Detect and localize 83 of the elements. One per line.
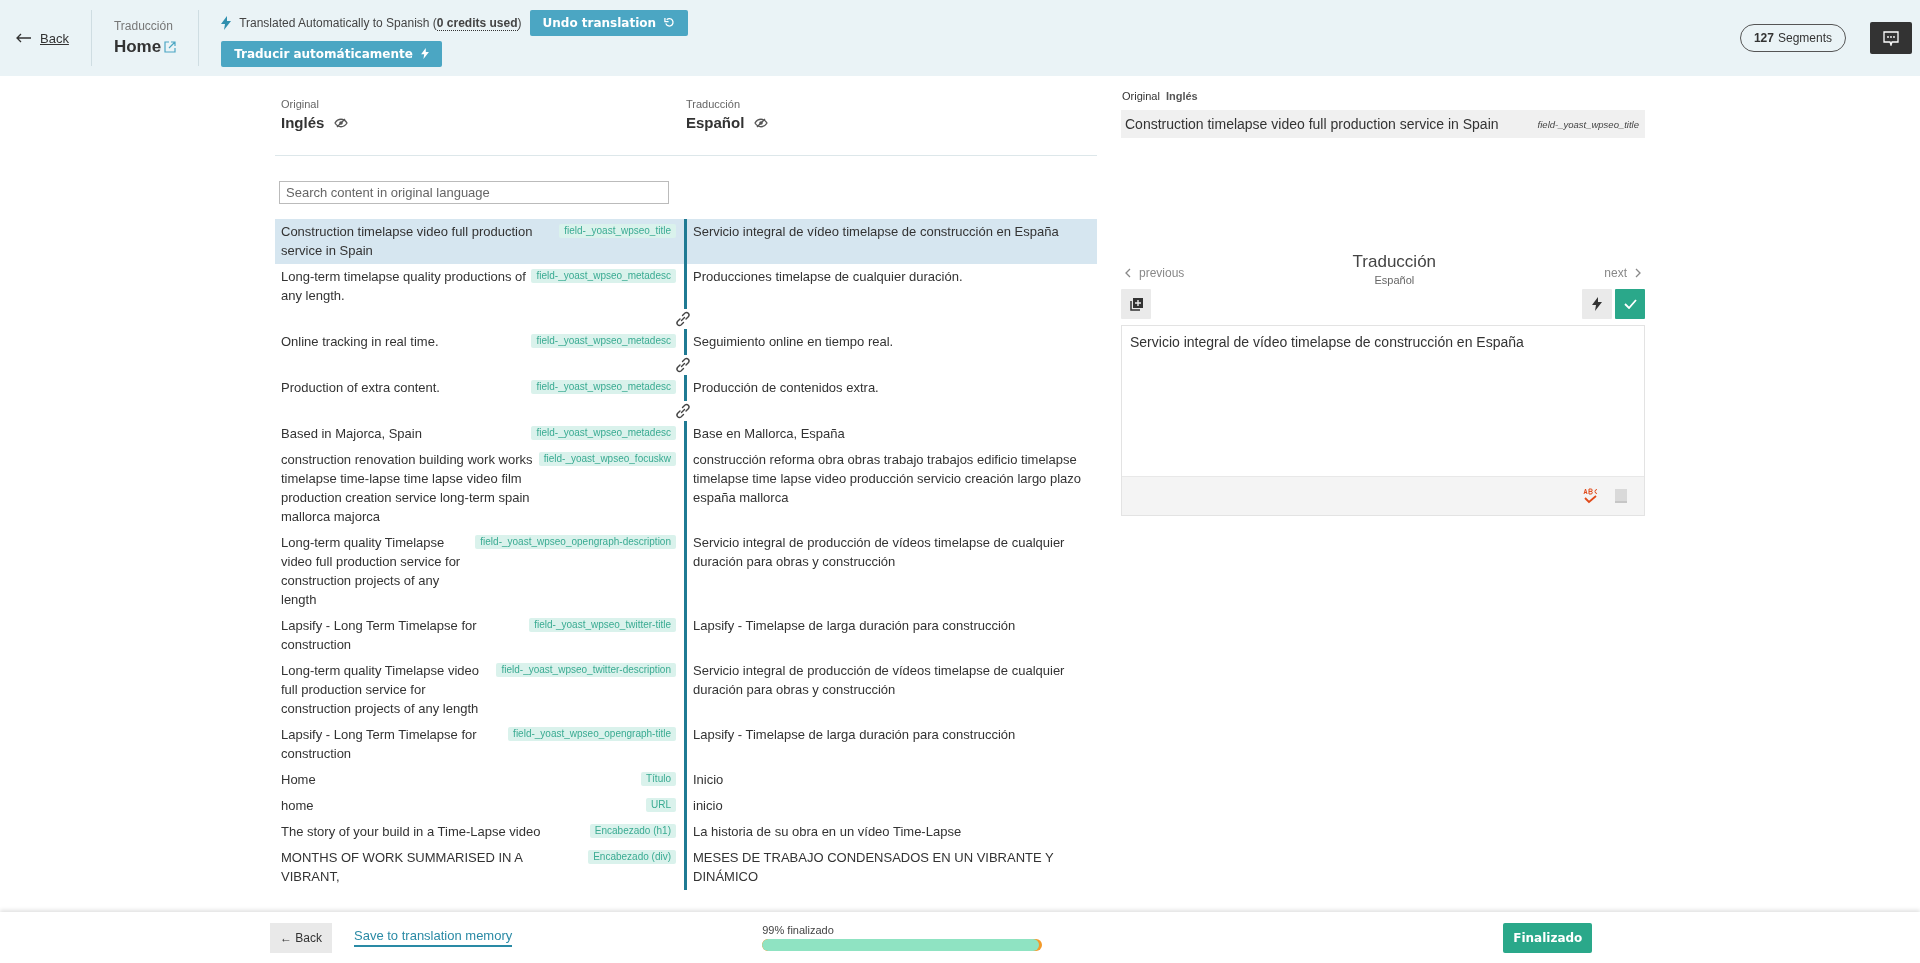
source-text: construction renovation building work works timelapse time-lapse time lapse video film production creation service long-term spain mallorca majorca	[281, 451, 534, 526]
link-icon[interactable]	[674, 356, 692, 374]
field-tag: field-_yoast_wpseo_twitter-description	[496, 663, 676, 677]
next-link[interactable]: next	[1600, 266, 1645, 286]
translation-text[interactable]: construcción reforma obra obras trabajo trabajos edificio timelapse timelapse time lapse video producción servicio creación largo plazo españa mallorca	[687, 447, 1097, 530]
field-tag: field-_yoast_wpseo_twitter-title	[529, 618, 676, 632]
translation-text[interactable]: Servicio integral de producción de vídeos timelapse de cualquier duración para obras y construcción	[687, 530, 1097, 613]
source-text: Long-term quality Timelapse video full production service for construction projects of any length	[281, 534, 462, 609]
translation-text[interactable]: Producciones timelapse de cualquier duración.	[687, 264, 1097, 309]
copy-source-button[interactable]	[1121, 289, 1151, 319]
progress-label: 99% finalizado	[762, 924, 835, 936]
check-icon	[1623, 299, 1637, 309]
translation-text[interactable]: Servicio integral de vídeo timelapse de construcción en España	[687, 219, 1097, 264]
source-text: Long-term quality Timelapse video full production service for construction projects of any length	[281, 662, 480, 718]
translation-status: Translated Automatically to Spanish (0 credits used)	[239, 15, 522, 30]
target-language: Español	[686, 114, 745, 131]
eye-slash-icon[interactable]	[754, 117, 769, 128]
field-tag: Encabezado (h1)	[589, 824, 676, 838]
translation-text[interactable]: Inicio	[687, 767, 1097, 793]
back-link[interactable]: Back	[16, 10, 92, 66]
lightning-icon	[1592, 297, 1602, 311]
source-text: Construction timelapse video full production service in Spain	[281, 223, 534, 260]
translation-text[interactable]: Lapsify - Timelapse de larga duración para construcción	[687, 613, 1097, 658]
source-text: Based in Majorca, Spain	[281, 425, 422, 443]
original-label: Original	[1122, 90, 1160, 102]
link-icon[interactable]	[674, 402, 692, 420]
field-tag: Encabezado (div)	[588, 850, 676, 864]
spellcheck-icon[interactable]	[1582, 488, 1598, 504]
target-language: Español	[1374, 274, 1415, 286]
editor-title: Traducción	[1352, 252, 1437, 272]
column-label: Traducción	[686, 98, 741, 110]
field-tag: field-_yoast_wpseo_metadesc	[531, 426, 676, 440]
source-language: Inglés	[1165, 90, 1198, 102]
search-field[interactable]: Search content in original language	[279, 181, 669, 204]
back-button[interactable]: ← Back	[270, 922, 332, 953]
source-language: Inglés	[281, 114, 325, 131]
field-tag: field-_yoast_wpseo_metadesc	[531, 334, 676, 348]
translation-text[interactable]: Base en Mallorca, España	[687, 421, 1097, 447]
field-tag: field-_yoast_wpseo_metadesc	[531, 269, 676, 283]
source-text: home	[281, 797, 314, 815]
selected-segment-row[interactable]: Construction timelapse video full production service in Spain field-_yoast_wpseo_title Servicio integral de vídeo timelapse de construcción en España	[275, 219, 1097, 264]
chevron-left-icon	[1125, 268, 1131, 278]
arrow-left-icon	[16, 33, 32, 43]
translation-text[interactable]: Producción de contenidos extra.	[687, 375, 1097, 401]
field-tag: field-_yoast_wpseo_metadesc	[531, 380, 676, 394]
source-text: Lapsify - Long Term Timelapse for construction	[281, 726, 478, 763]
eye-slash-icon[interactable]	[334, 117, 349, 128]
auto-translate-button[interactable]	[1582, 289, 1612, 319]
translation-text[interactable]: Lapsify - Timelapse de larga duración para construcción	[687, 722, 1097, 767]
source-text: Long-term timelapse quality productions of any length.	[281, 268, 527, 305]
translation-editor[interactable]: Servicio integral de vídeo timelapse de construcción en España	[1121, 325, 1645, 516]
column-label: Original	[281, 98, 320, 110]
link-icon[interactable]	[674, 310, 692, 328]
field-name: field-_yoast_wpseo_title	[1537, 118, 1639, 130]
original-text: Construction timelapse video full production service in Spain	[1125, 116, 1499, 132]
undo-icon	[664, 17, 676, 28]
lightning-icon	[420, 48, 429, 59]
source-text: Home	[281, 771, 316, 789]
chevron-right-icon	[1635, 268, 1641, 278]
page-title: Home	[113, 37, 162, 57]
translation-text[interactable]: inicio	[687, 793, 1097, 819]
source-text: Online tracking in real time.	[281, 333, 439, 351]
previous-link[interactable]: previous	[1121, 266, 1189, 286]
translation-text[interactable]: Servicio integral de producción de vídeos timelapse de cualquier duración para obras y construcción	[687, 658, 1097, 722]
section-label: Traducción	[113, 19, 174, 33]
field-tag: field-_yoast_wpseo_focuskw	[538, 452, 676, 466]
lightning-icon	[221, 15, 232, 30]
field-tag: URL	[646, 798, 676, 812]
field-tag: Título	[641, 772, 676, 786]
field-tag: field-_yoast_wpseo_title	[559, 224, 676, 238]
translation-text[interactable]: La historia de su obra en un vídeo Time-Lapse	[687, 819, 1097, 845]
translation-text[interactable]: Seguimiento online en tiempo real.	[687, 329, 1097, 355]
field-tag: field-_yoast_wpseo_opengraph-description	[475, 535, 676, 549]
source-text: The story of your build in a Time-Lapse video	[281, 823, 541, 841]
save-to-memory-link[interactable]: Save to translation memory	[354, 928, 513, 947]
comments-button[interactable]	[1870, 22, 1912, 54]
translation-text[interactable]: MESES DE TRABAJO CONDENSADOS EN UN VIBRANTE Y DINÁMICO	[687, 845, 1097, 890]
comment-icon	[1883, 30, 1899, 46]
source-text: MONTHS OF WORK SUMMARISED IN A VIBRANT,	[281, 849, 524, 886]
source-text: Lapsify - Long Term Timelapse for construction	[281, 617, 478, 654]
source-text: Production of extra content.	[281, 379, 440, 397]
copy-icon	[1129, 297, 1143, 311]
field-tag: field-_yoast_wpseo_opengraph-title	[508, 727, 676, 741]
